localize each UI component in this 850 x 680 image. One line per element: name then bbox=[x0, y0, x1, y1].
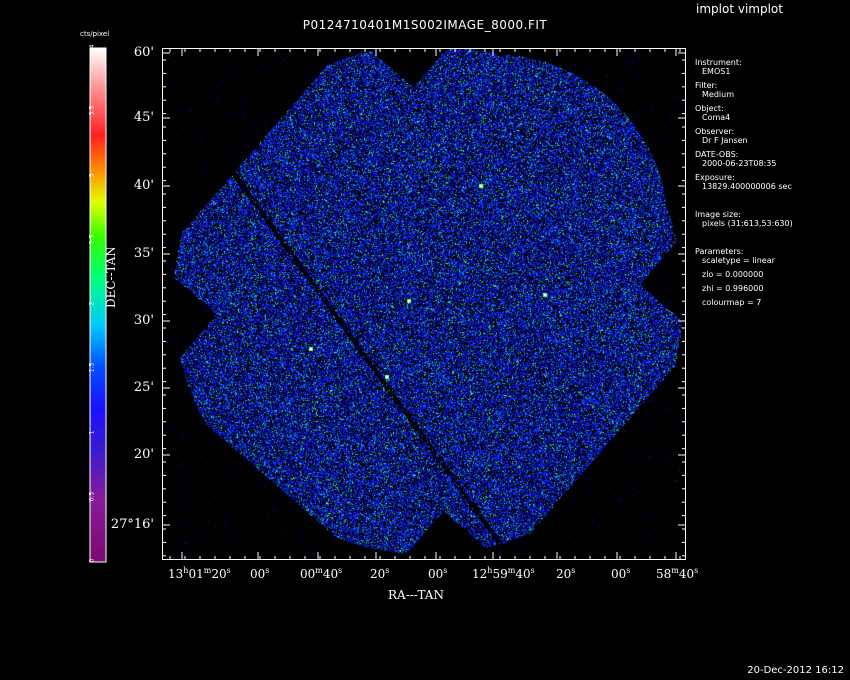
instrument-value: EMOS1 bbox=[702, 67, 731, 76]
imagesize-label: Image size: bbox=[695, 210, 741, 219]
filter-label: Filter: bbox=[695, 81, 718, 90]
x-tick-label: 00s bbox=[428, 566, 448, 581]
y-tick-label: 60' bbox=[133, 45, 154, 60]
x-tick-label: 12h59m40s bbox=[472, 566, 535, 581]
x-tick-label: 00s bbox=[250, 566, 270, 581]
imagesize-value: pixels (31:613,53:630) bbox=[702, 219, 793, 228]
object-value: Coma4 bbox=[702, 113, 731, 122]
x-tick-label: 00m40s bbox=[300, 566, 343, 581]
param-zlo: zlo = 0.000000 bbox=[702, 270, 764, 279]
y-tick-label: 20' bbox=[133, 447, 154, 462]
observer-label: Observer: bbox=[695, 127, 735, 136]
timestamp: 20-Dec-2012 16:12 bbox=[747, 665, 844, 676]
filter-value: Medium bbox=[702, 90, 734, 99]
exposure-value: 13829.400000006 sec bbox=[702, 182, 792, 191]
instrument-label: Instrument: bbox=[695, 58, 742, 67]
y-tick-label: 30' bbox=[133, 313, 154, 328]
object-label: Object: bbox=[695, 104, 724, 113]
y-tick-label: 40' bbox=[133, 178, 154, 193]
date-label: DATE-OBS: bbox=[695, 150, 739, 159]
parameters-label: Parameters: bbox=[695, 247, 744, 256]
x-tick-label: 00s bbox=[611, 566, 631, 581]
param-zhi: zhi = 0.996000 bbox=[702, 284, 764, 293]
param-colourmap: colourmap = 7 bbox=[702, 298, 762, 307]
x-axis-title: RA---TAN bbox=[388, 588, 444, 602]
y-tick-label: 25' bbox=[133, 380, 154, 395]
y-tick-label: 35' bbox=[133, 246, 154, 261]
x-tick-label: 13h01m20s bbox=[168, 566, 231, 581]
exposure-label: Exposure: bbox=[695, 173, 735, 182]
y-tick-label: 27°16' bbox=[110, 517, 154, 532]
y-axis-title: DEC--TAN bbox=[104, 246, 118, 308]
x-tick-label: 58m40s bbox=[656, 566, 699, 581]
info-panel: Instrument: EMOS1 Filter: Medium Object:… bbox=[695, 58, 845, 307]
x-tick-label: 20s bbox=[370, 566, 390, 581]
observer-value: Dr F Jansen bbox=[702, 136, 748, 145]
date-value: 2000-06-23T08:35 bbox=[702, 159, 777, 168]
x-tick-label: 20s bbox=[556, 566, 576, 581]
y-tick-label: 45' bbox=[133, 110, 154, 125]
param-scaletype: scaletype = linear bbox=[702, 256, 775, 265]
